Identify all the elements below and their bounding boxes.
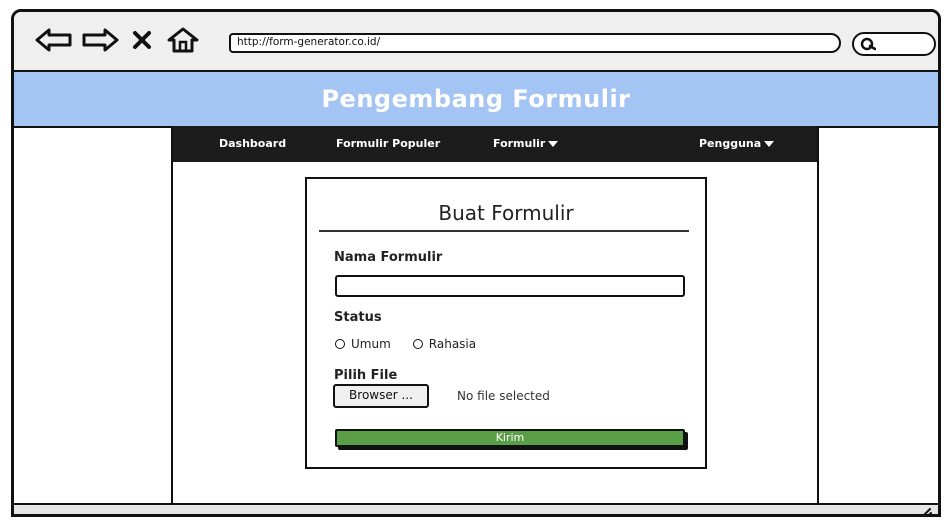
browser-toolbar: http://form-generator.co.id/	[14, 12, 938, 72]
close-icon[interactable]	[131, 26, 153, 54]
nav-item-dashboard[interactable]: Dashboard	[219, 137, 286, 150]
browser-window: http://form-generator.co.id/ Pengembang …	[11, 9, 941, 517]
app-title: Pengembang Formulir	[321, 85, 631, 113]
form-name-input[interactable]	[335, 275, 685, 297]
nav-item-popular-forms[interactable]: Formulir Populer	[336, 137, 440, 150]
status-radio-public[interactable]	[335, 339, 345, 349]
title-divider	[319, 230, 689, 232]
status-radio-group: Umum Rahasia	[335, 337, 498, 351]
status-bar	[14, 503, 938, 517]
status-option-label: Rahasia	[428, 337, 477, 351]
url-bar[interactable]: http://form-generator.co.id/	[229, 33, 841, 53]
chevron-down-icon	[764, 141, 775, 147]
browser-search-box[interactable]	[852, 32, 936, 56]
form-name-label: Nama Formulir	[334, 250, 443, 265]
chevron-down-icon	[548, 141, 559, 147]
browse-file-button[interactable]: Browser ...	[333, 384, 429, 408]
nav-item-forms[interactable]: Formulir	[493, 137, 559, 150]
choose-file-label: Pilih File	[334, 368, 398, 383]
app-header: Pengembang Formulir	[14, 72, 938, 128]
search-icon	[860, 37, 876, 51]
status-label: Status	[334, 310, 382, 325]
resize-grip-icon[interactable]	[918, 508, 932, 517]
nav-item-users[interactable]: Pengguna	[699, 137, 775, 150]
main-content: Dashboard Formulir Populer Formulir Peng…	[171, 126, 819, 503]
back-arrow-icon[interactable]	[34, 26, 74, 54]
status-option-label: Umum	[351, 337, 391, 351]
home-icon[interactable]	[165, 26, 201, 54]
nav-item-forms-label: Formulir	[493, 137, 546, 150]
top-navigation: Dashboard Formulir Populer Formulir Peng…	[173, 126, 817, 162]
forward-arrow-icon[interactable]	[80, 26, 120, 54]
submit-button[interactable]: Kirim	[335, 429, 685, 447]
form-title: Buat Formulir	[438, 201, 574, 225]
file-status-text: No file selected	[457, 389, 550, 403]
create-form-card: Buat Formulir Nama Formulir Status Umum …	[305, 177, 707, 469]
status-radio-private[interactable]	[412, 339, 423, 349]
nav-item-users-label: Pengguna	[699, 137, 762, 150]
